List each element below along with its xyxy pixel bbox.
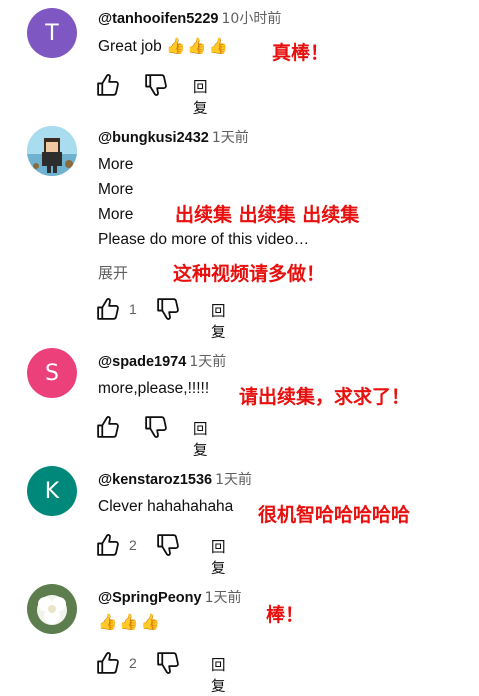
thumbs-emoji: 👍👍👍 (98, 614, 162, 631)
comment-line: Please do more of this video… (98, 231, 310, 248)
comment-line: More (98, 181, 134, 198)
thumbs-down-icon[interactable] (143, 72, 169, 98)
thumbs-emoji: 👍👍👍 (166, 38, 230, 55)
thumbs-up-icon[interactable] (95, 296, 121, 322)
avatar[interactable]: K (27, 466, 77, 516)
timestamp[interactable]: 1天前 (189, 354, 226, 370)
comment-header: @SpringPeony 1天前 (98, 587, 242, 607)
translation-annotation: 请出续集，求求了！ (239, 386, 411, 408)
comment-actions: 2 回复 (95, 532, 226, 577)
timestamp[interactable]: 10小时前 (222, 11, 282, 27)
translation-annotation: 很机智哈哈哈哈哈 (258, 504, 411, 526)
comment-line: Great job (98, 38, 162, 55)
avatar[interactable]: T (27, 8, 77, 58)
author-handle[interactable]: @kenstaroz1536 (98, 472, 212, 488)
thumbs-up-icon[interactable] (95, 72, 121, 98)
comment-line: More (98, 156, 134, 173)
reply-button[interactable]: 回复 (211, 654, 226, 696)
author-handle[interactable]: @bungkusi2432 (98, 130, 209, 146)
like-count: 2 (129, 537, 137, 553)
reply-button[interactable]: 回复 (193, 76, 208, 118)
avatar-letter: S (45, 360, 59, 386)
author-handle[interactable]: @SpringPeony (98, 590, 202, 606)
avatar-image (27, 584, 77, 634)
comment-header: @spade1974 1天前 (98, 351, 226, 371)
author-handle[interactable]: @spade1974 (98, 354, 186, 370)
comment-header: @kenstaroz1536 1天前 (98, 469, 252, 489)
translation-annotation: 出续集 出续集 出续集 (175, 204, 360, 226)
expand-button[interactable]: 展开 (98, 262, 128, 283)
comment-actions: 回复 (95, 414, 208, 459)
translation-annotation: 棒！ (266, 604, 305, 626)
thumbs-down-icon[interactable] (143, 414, 169, 440)
comment-text: Great job 👍👍👍 (98, 37, 230, 56)
reply-button[interactable]: 回复 (193, 418, 208, 460)
comment-line: Clever hahahahaha (98, 498, 234, 515)
translation-annotation: 这种视频请多做！ (173, 263, 326, 285)
comment-actions: 回复 (95, 72, 208, 117)
reply-button[interactable]: 回复 (211, 300, 226, 342)
avatar[interactable] (27, 584, 77, 634)
avatar-letter: K (44, 478, 60, 504)
thumbs-up-icon[interactable] (95, 414, 121, 440)
timestamp[interactable]: 1天前 (215, 472, 252, 488)
comment-line: More (98, 206, 134, 223)
comment-actions: 1 回复 (95, 296, 226, 341)
author-handle[interactable]: @tanhooifen5229 (98, 11, 219, 27)
like-count: 2 (129, 655, 137, 671)
timestamp[interactable]: 1天前 (212, 130, 249, 146)
thumbs-up-icon[interactable] (95, 532, 121, 558)
avatar-letter: T (45, 20, 59, 46)
thumbs-down-icon[interactable] (155, 532, 181, 558)
avatar-image (27, 126, 77, 176)
comment-header: @bungkusi2432 1天前 (98, 127, 249, 147)
thumbs-down-icon[interactable] (155, 296, 181, 322)
comment-line: more,please,!!!!! (98, 380, 210, 397)
comment-actions: 2 回复 (95, 650, 226, 695)
like-count: 1 (129, 301, 137, 317)
thumbs-up-icon[interactable] (95, 650, 121, 676)
avatar[interactable]: S (27, 348, 77, 398)
comment-header: @tanhooifen5229 10小时前 (98, 8, 281, 28)
avatar[interactable] (27, 126, 77, 176)
thumbs-down-icon[interactable] (155, 650, 181, 676)
translation-annotation: 真棒！ (272, 42, 330, 64)
timestamp[interactable]: 1天前 (205, 590, 242, 606)
reply-button[interactable]: 回复 (211, 536, 226, 578)
comment-text: 👍👍👍 (98, 613, 162, 632)
